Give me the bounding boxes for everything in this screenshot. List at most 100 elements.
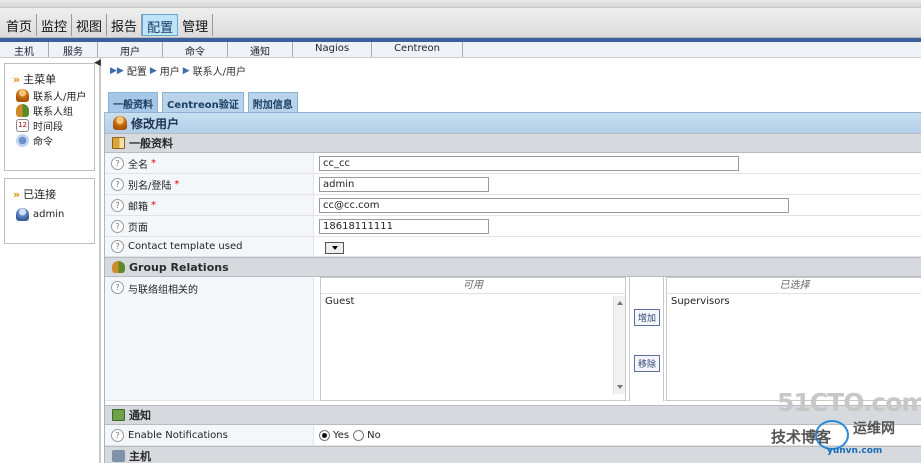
email-field[interactable] — [319, 197, 789, 213]
connected-box: » 已连接 admin — [4, 178, 95, 244]
field-value — [314, 216, 921, 236]
notify-yes-label: Yes — [333, 429, 350, 441]
tab-general[interactable]: 一般资料 — [108, 92, 158, 112]
submenu-services[interactable]: 服务 — [49, 42, 98, 58]
scroll-up-icon[interactable] — [617, 301, 623, 305]
collapse-sidebar-icon[interactable]: ◀ — [94, 58, 101, 68]
pager-field[interactable] — [319, 218, 489, 234]
connected-title: » 已连接 — [13, 188, 57, 201]
remove-button[interactable]: 移除 — [634, 355, 661, 372]
help-icon[interactable]: ? — [111, 177, 124, 191]
field-value: Yes No — [314, 425, 921, 445]
menu-configuration[interactable]: 配置 — [142, 14, 179, 36]
sidebar-item-label: 联系人/用户 — [33, 92, 87, 103]
pager-label: 页面 — [128, 222, 148, 234]
selected-header: 已选择 — [667, 278, 921, 294]
field-label: ? 全名 * — [105, 153, 314, 173]
notification-icon — [112, 409, 125, 421]
list-item[interactable]: Guest — [321, 294, 625, 309]
section-host: 主机 — [105, 446, 921, 463]
section-group-relations: Group Relations — [105, 257, 921, 277]
calendar-icon: 12 — [16, 119, 29, 132]
field-value — [314, 153, 921, 173]
field-label: ? Contact template used — [105, 237, 314, 256]
submenu-users[interactable]: 用户 — [98, 42, 163, 58]
menu-home[interactable]: 首页 — [2, 14, 38, 36]
help-icon[interactable]: ? — [111, 428, 124, 442]
notify-no-radio[interactable] — [353, 429, 365, 441]
sidebar-item-contacts[interactable]: 联系人/用户 — [5, 88, 94, 103]
double-chevron-icon: » — [13, 188, 21, 201]
group-icon — [16, 104, 29, 117]
main-menu-title: » 主菜单 — [13, 73, 57, 86]
field-value — [314, 195, 921, 215]
host-icon — [112, 450, 125, 462]
group-icon — [112, 261, 125, 273]
user-icon — [16, 89, 29, 102]
available-groups-list[interactable]: 可用 Guest — [320, 277, 626, 401]
help-icon[interactable]: ? — [111, 198, 124, 212]
breadcrumb: ▶▶ 配置 ▶ 用户 ▶ 联系人/用户 — [110, 63, 246, 79]
fullname-field[interactable] — [319, 155, 739, 171]
sidebar-item-commands[interactable]: 命令 — [5, 133, 94, 148]
required-mark: * — [151, 199, 156, 211]
book-icon — [112, 137, 125, 149]
sub-menu: 主机 服务 用户 命令 通知 Nagios Centreon — [0, 42, 921, 58]
alias-field[interactable] — [319, 176, 489, 192]
section-title: 主机 — [129, 450, 151, 463]
help-icon[interactable]: ? — [111, 281, 124, 294]
command-icon — [16, 134, 29, 147]
top-stripe — [0, 0, 921, 8]
sidebar-item-contact-groups[interactable]: 联系人组 — [5, 103, 94, 118]
section-title: Group Relations — [129, 260, 229, 274]
submenu-commands[interactable]: 命令 — [163, 42, 228, 58]
tab-centreon-auth[interactable]: Centreon验证 — [162, 92, 244, 112]
add-button[interactable]: 增加 — [634, 309, 661, 326]
menu-reports[interactable]: 报告 — [107, 14, 143, 36]
edit-user-panel: 修改用户 一般资料 ? 全名* ? 别名/登陆* ? 邮箱* — [104, 112, 921, 463]
double-chevron-icon: » — [13, 73, 21, 86]
submenu-nagios[interactable]: Nagios — [293, 42, 373, 57]
user-icon — [113, 116, 127, 130]
connected-user-name: admin — [33, 209, 65, 220]
help-icon[interactable]: ? — [111, 156, 124, 170]
notify-label: Enable Notifications — [128, 429, 228, 441]
required-mark: * — [174, 178, 180, 190]
sidebar-item-label: 命令 — [33, 137, 53, 148]
scrollbar[interactable] — [613, 296, 625, 394]
submenu-centreon[interactable]: Centreon — [372, 42, 463, 57]
required-mark: * — [151, 157, 156, 169]
breadcrumb-item[interactable]: 联系人/用户 — [193, 63, 246, 78]
alias-row: ? 别名/登陆 * — [105, 174, 921, 195]
breadcrumb-item[interactable]: 用户 — [160, 63, 180, 78]
email-row: ? 邮箱 * — [105, 195, 921, 216]
submenu-notifications[interactable]: 通知 — [228, 42, 293, 58]
form-tabs: 一般资料 Centreon验证 附加信息 — [108, 92, 298, 112]
menu-administration[interactable]: 管理 — [178, 14, 214, 36]
field-label: ? 与联络组相关的 — [105, 277, 314, 400]
menu-views[interactable]: 视图 — [72, 14, 108, 36]
notify-yes-radio[interactable] — [319, 429, 330, 441]
scroll-down-icon[interactable] — [617, 385, 623, 389]
submenu-hosts[interactable]: 主机 — [0, 42, 49, 58]
breadcrumb-separator-icon: ▶ — [182, 65, 190, 76]
help-icon[interactable]: ? — [111, 240, 124, 253]
group-relations-row: ? 与联络组相关的 可用 Guest 增加 移除 已选择 Supervisors — [105, 277, 921, 401]
email-label: 邮箱 — [128, 201, 148, 213]
sidebar-item-label: 联系人组 — [33, 107, 73, 118]
breadcrumb-item[interactable]: 配置 — [127, 63, 147, 78]
list-item[interactable]: Supervisors — [667, 294, 921, 309]
tab-additional-info[interactable]: 附加信息 — [247, 92, 298, 112]
main-menu: 首页 监控 视图 报告 配置 管理 — [2, 14, 214, 36]
section-notifications: 通知 — [105, 405, 921, 425]
selected-groups-list[interactable]: 已选择 Supervisors — [666, 277, 921, 401]
connected-user[interactable]: admin — [5, 207, 94, 222]
sidebar-item-timeperiods[interactable]: 12 时间段 — [5, 118, 94, 133]
pager-row: ? 页面 — [105, 216, 921, 237]
left-sidebar: » 主菜单 联系人/用户 联系人组 12 时间段 命令 » 已连接 admin — [0, 58, 101, 463]
main-menu-box: » 主菜单 联系人/用户 联系人组 12 时间段 命令 — [4, 63, 95, 171]
available-header: 可用 — [321, 278, 625, 294]
help-icon[interactable]: ? — [111, 219, 124, 233]
template-select[interactable] — [325, 242, 344, 254]
menu-monitoring[interactable]: 监控 — [37, 14, 73, 36]
